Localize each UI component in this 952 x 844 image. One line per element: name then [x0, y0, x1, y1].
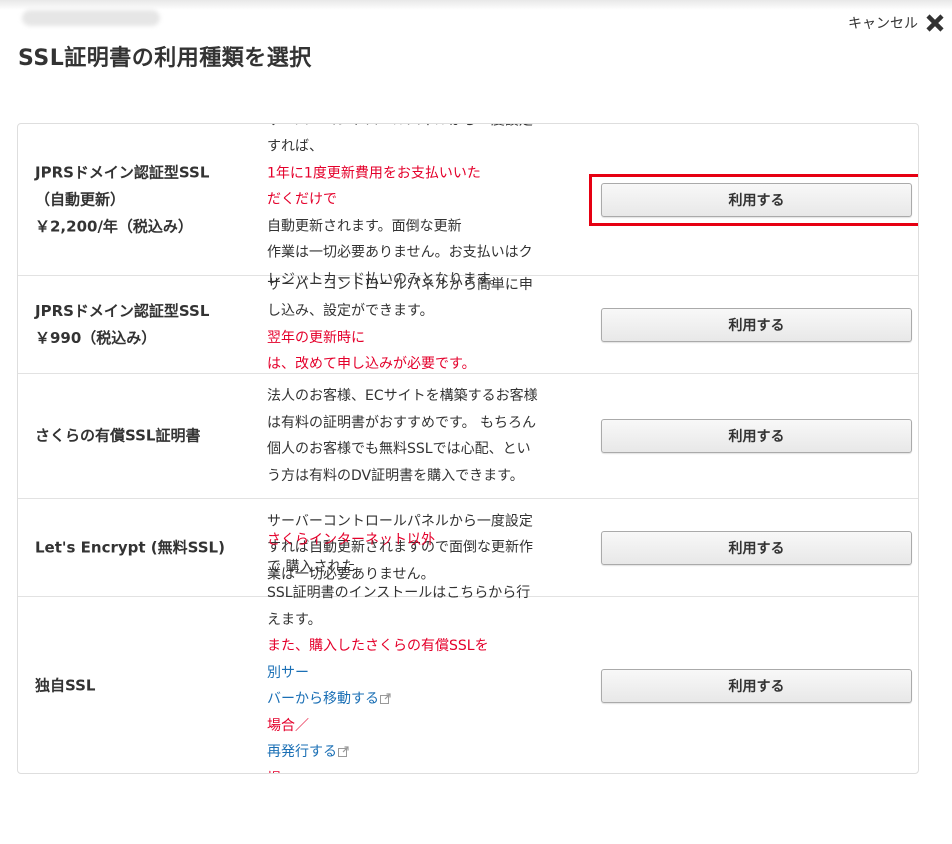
description-line: えます。 — [267, 607, 587, 634]
close-icon[interactable] — [924, 12, 946, 34]
description-line: バーから移動する場合／ 再発行する場 — [267, 686, 587, 774]
external-link-icon — [380, 693, 391, 704]
description-line: サーバーコントロールパネルから一度設定 — [267, 124, 587, 133]
use-button-lets-encrypt[interactable]: 利用する — [601, 530, 912, 565]
description-text: サーバーコントロールパネルから簡単に申 — [267, 276, 533, 293]
option-name: Let's Encrypt (無料SSL) — [35, 534, 265, 561]
description-text: サーバーコントロールパネルから一度設定 — [267, 124, 587, 133]
description-text: 別サー — [267, 664, 309, 681]
description-line: すれば、 1年に1度更新費用をお支払いいた — [267, 133, 587, 186]
option-name-line: Let's Encrypt (無料SSL) — [35, 538, 225, 556]
option-row-jprs: JPRSドメイン認証型SSL ￥990（税込み） サーバーコントロールパネルから簡… — [18, 276, 918, 374]
description-line: また、購入したさくらの有償SSLを 別サー — [267, 633, 587, 686]
use-button-sakura-paid[interactable]: 利用する — [601, 419, 912, 453]
option-name-line: さくらの有償SSL証明書 — [35, 426, 201, 445]
description-line: し込み、設定ができます。 翌年の更新時に — [267, 298, 587, 351]
description-text: SSL証明書のインストールはこちらから行 — [267, 585, 531, 601]
option-name-line: ￥2,200/年（税込み） — [35, 217, 193, 235]
description-line: 個人のお客様でも無料SSLでは心配、とい — [267, 436, 587, 463]
help-link[interactable]: バーから移動する — [267, 691, 379, 707]
description-text: で 購入された — [267, 558, 356, 575]
option-row-custom-ssl: 独自SSL さくらインターネット以外で 購入された SSL証明書のインストールはこ… — [18, 532, 918, 773]
use-button-custom-ssl[interactable]: 利用する — [601, 669, 912, 703]
description-line: 作業は一切必要ありません。お支払いはク — [267, 239, 587, 266]
description-text: 場合／ — [267, 717, 309, 734]
use-button-jprs-auto[interactable]: 利用する — [601, 182, 912, 217]
description-line: 法人のお客様、ECサイトを構築するお客様 — [267, 383, 587, 410]
top-edge-shade — [0, 0, 952, 10]
description-text: また、購入したさくらの有償SSLを — [267, 638, 489, 654]
description-text: 法人のお客様、ECサイトを構築するお客様 — [267, 388, 538, 404]
ssl-options-table: JPRSドメイン認証型SSL （自動更新） ￥2,200/年（税込み） サーバーコン… — [17, 123, 919, 774]
use-button-jprs[interactable]: 利用する — [601, 307, 912, 342]
description-text: すれば、 — [267, 138, 323, 155]
external-link-icon — [338, 746, 349, 757]
cancel-label: キャンセル — [848, 16, 918, 32]
description-line: SSL証明書のインストールはこちらから行 — [267, 580, 587, 607]
description-line: サーバーコントロールパネルから簡単に申 — [267, 272, 587, 299]
option-name-line: JPRSドメイン認証型SSL — [35, 163, 210, 181]
option-name: 独自SSL — [35, 673, 265, 700]
blurred-domain-label — [22, 10, 160, 26]
option-name: JPRSドメイン認証型SSL （自動更新） ￥2,200/年（税込み） — [35, 159, 265, 240]
description-line: は有料の証明書がおすすめです。 もちろん — [267, 410, 587, 437]
description-text: 自動更新されます。面倒な更新 — [267, 217, 462, 234]
option-row-jprs-auto: JPRSドメイン認証型SSL （自動更新） ￥2,200/年（税込み） サーバーコン… — [18, 124, 918, 287]
page-title: SSL証明書の利用種類を選択 — [18, 46, 312, 71]
option-description: 法人のお客様、ECサイトを構築するお客様 は有料の証明書がおすすめです。 もちろん… — [267, 383, 587, 489]
description-line: さくらインターネット以外で 購入された — [267, 527, 587, 580]
description-text: は有料の証明書がおすすめです。 もちろん — [267, 414, 537, 431]
option-name: さくらの有償SSL証明書 — [35, 423, 265, 450]
description-text: し込み、設定ができます。 — [267, 303, 434, 319]
description-text: 1年に1度更新費用をお支払いいた — [267, 164, 481, 181]
help-link[interactable]: 再発行する — [267, 744, 337, 760]
description-text: 作業は一切必要ありません。お支払いはク — [267, 244, 533, 261]
option-name-line: （自動更新） — [35, 190, 126, 208]
option-description: サーバーコントロールパネルから簡単に申 し込み、設定ができます。 翌年の更新時に は、… — [267, 272, 587, 378]
description-text: う方は有料のDV証明書を購入できます。 — [267, 467, 524, 484]
option-name: JPRSドメイン認証型SSL ￥990（税込み） — [35, 298, 265, 352]
option-name-line: 独自SSL — [35, 676, 96, 695]
description-text: さくらインターネット以外 — [267, 532, 435, 548]
option-name-line: JPRSドメイン認証型SSL — [35, 301, 210, 320]
option-row-sakura-paid: さくらの有償SSL証明書 法人のお客様、ECサイトを構築するお客様 は有料の証明書… — [18, 374, 918, 499]
description-line: だくだけで自動更新されます。面倒な更新 — [267, 186, 587, 239]
description-text: えます。 — [267, 611, 322, 628]
cancel-button[interactable]: キャンセル — [848, 12, 946, 34]
option-description: サーバーコントロールパネルから一度設定すれば、1年に1度更新費用をお支払いいただ… — [267, 124, 587, 292]
description-text: 個人のお客様でも無料SSLでは心配、とい — [267, 441, 531, 457]
description-text: だくだけで — [267, 191, 337, 208]
option-description: さくらインターネット以外で 購入された SSL証明書のインストールはこちらから行え… — [267, 527, 587, 774]
option-name-line: ￥990（税込み） — [35, 328, 157, 347]
description-text: 場 — [267, 766, 587, 774]
description-line: う方は有料のDV証明書を購入できます。 — [267, 463, 587, 490]
description-text: 翌年の更新時に — [267, 329, 365, 346]
